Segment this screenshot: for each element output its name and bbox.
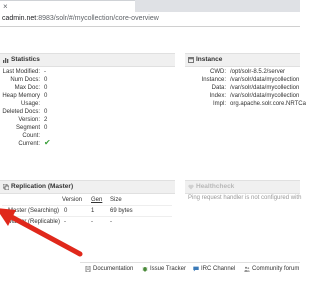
column-header-size: Size: [110, 197, 122, 203]
browser-tab[interactable]: ×: [0, 0, 135, 12]
stat-value: 0: [44, 125, 48, 131]
stat-row: Heap Memory: [0, 92, 40, 100]
people-icon: [244, 266, 250, 272]
replication-row-version: -: [64, 219, 66, 225]
instance-row: Index:: [185, 92, 226, 100]
instance-key: Instance:: [201, 77, 226, 83]
url-path: :8983/solr/#/mycollection/core-overview: [36, 15, 159, 22]
replication-row-label: Master (Searching): [8, 208, 60, 214]
footer-link-label: Documentation: [93, 266, 134, 272]
replication-row-version: 0: [64, 208, 68, 214]
instance-key: CWD:: [210, 69, 226, 75]
solr-core-overview-page: Statistics Last Modified: - Num Docs: 0 …: [0, 27, 306, 300]
instance-row: Instance:: [185, 76, 226, 84]
instance-value: /var/solr/data/mycollection: [230, 93, 300, 99]
instance-key: Index:: [209, 93, 226, 99]
stat-row: Segment: [0, 124, 40, 132]
instance-key: Data:: [211, 85, 226, 91]
stat-value: 0: [44, 109, 48, 115]
stat-value: 0: [44, 93, 48, 99]
statistics-title: Statistics: [11, 56, 40, 63]
check-icon: ✔: [44, 138, 51, 147]
column-header-version: Version: [62, 197, 83, 203]
instance-value: /opt/solr-8.5.2/server: [230, 69, 286, 75]
stat-row: Version:: [0, 116, 40, 124]
replication-row-gen: 1: [91, 208, 95, 214]
stat-key: Count:: [22, 133, 40, 139]
stat-key: Segment: [15, 125, 40, 131]
stat-key: Usage:: [20, 101, 40, 107]
stat-row: Count:: [0, 132, 40, 140]
stat-key: Deleted Docs:: [2, 109, 40, 115]
stat-value: 2: [44, 117, 48, 123]
stat-row: Num Docs:: [0, 76, 40, 84]
replication-row-label: Master (Replicable): [8, 219, 61, 225]
instance-title: Instance: [196, 56, 223, 63]
replication-row-size: 69 bytes: [110, 208, 133, 214]
healthcheck-title: Healthcheck: [196, 183, 235, 190]
replication-row-gen: -: [91, 219, 93, 225]
url-text[interactable]: cadmin.net:8983/solr/#/mycollection/core…: [2, 14, 159, 24]
chat-icon: [193, 266, 199, 272]
stat-key: Num Docs:: [10, 77, 40, 83]
url-host: cadmin.net: [2, 15, 37, 22]
stat-row: Current:: [0, 140, 40, 148]
stat-row: Usage:: [0, 100, 40, 108]
bug-icon: [142, 267, 148, 272]
instance-key: Impl:: [212, 101, 226, 107]
replication-row-size: -: [110, 219, 112, 225]
heart-icon: [188, 184, 194, 190]
row-divider: [2, 216, 172, 217]
instance-value: /var/solr/data/mycollection: [230, 77, 300, 83]
stat-key: Heap Memory: [2, 93, 40, 99]
stat-key: Max Doc:: [14, 85, 40, 91]
instance-value: /var/solr/data/mycollection: [230, 85, 300, 91]
replication-header: Replication (Master): [0, 180, 175, 194]
stat-key: Last Modified:: [2, 69, 40, 75]
stat-key: Current:: [18, 141, 40, 147]
footer-link-label: Issue Tracker: [150, 266, 187, 272]
instance-header: Instance: [185, 53, 300, 67]
healthcheck-message: Ping request handler is not configured w…: [188, 195, 302, 201]
dashboard-icon: [188, 57, 194, 63]
statistics-header: Statistics: [0, 53, 175, 67]
instance-row: Data:: [185, 84, 226, 92]
stat-row: Last Modified:: [0, 68, 40, 76]
stat-value: -: [44, 69, 46, 75]
footer-link-label: IRC Channel: [201, 266, 236, 272]
instance-value: org.apache.solr.core.NRTCa: [230, 101, 306, 107]
stat-row: Max Doc:: [0, 84, 40, 92]
browser-tab-strip: ×: [0, 0, 300, 12]
instance-row: Impl:: [185, 100, 226, 108]
stat-key: Version:: [18, 117, 40, 123]
stat-value: 0: [44, 77, 48, 83]
address-bar[interactable]: cadmin.net:8983/solr/#/mycollection/core…: [0, 12, 300, 27]
row-divider: [2, 205, 172, 206]
footer-divider: [80, 262, 300, 263]
stat-value: 0: [44, 85, 48, 91]
column-header-gen: Gen: [91, 197, 103, 203]
document-icon: [85, 266, 91, 272]
footer-link-label: Community forum: [252, 266, 300, 272]
stat-row: Deleted Docs:: [0, 108, 40, 116]
healthcheck-header: Healthcheck: [185, 180, 300, 194]
replication-icon: [3, 184, 9, 190]
statistics-icon: [3, 58, 9, 63]
instance-row: CWD:: [185, 68, 226, 76]
close-tab-icon[interactable]: ×: [3, 2, 8, 12]
replication-title: Replication (Master): [11, 183, 74, 190]
